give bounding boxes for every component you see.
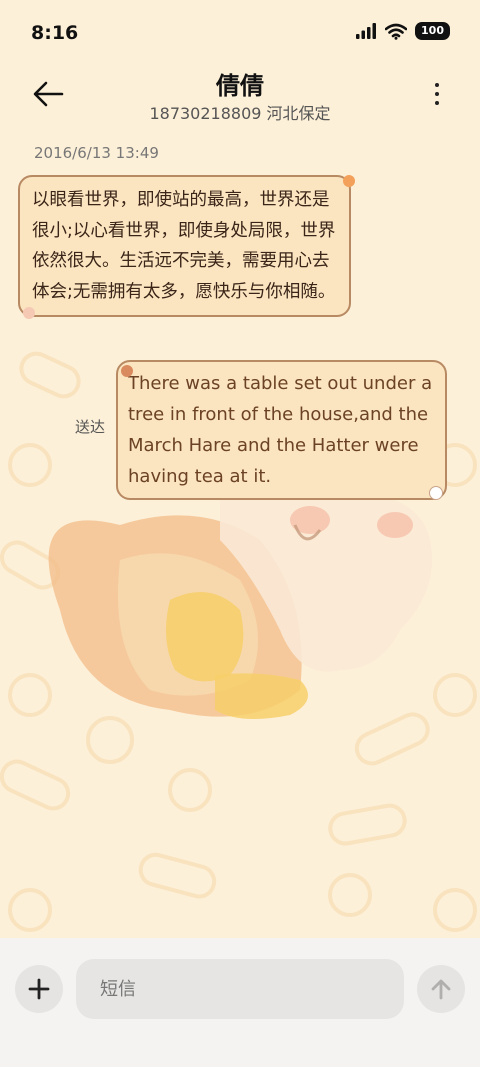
more-options-button[interactable] bbox=[430, 80, 444, 110]
send-button[interactable] bbox=[417, 965, 465, 1013]
status-bar: 8:16 100 bbox=[0, 0, 480, 68]
conversation-header: 倩倩 18730218809 河北保定 bbox=[0, 60, 480, 130]
contact-name: 倩倩 bbox=[216, 72, 264, 100]
bubble-sticker-icon bbox=[121, 365, 133, 377]
delivery-status: 送达 bbox=[75, 418, 106, 436]
more-vertical-icon bbox=[430, 83, 444, 105]
message-input[interactable] bbox=[76, 959, 404, 1019]
wifi-icon bbox=[385, 23, 408, 40]
incoming-message-bubble[interactable]: 以眼看世界，即使站的最高，世界还是很小;以心看世界，即使身处局限，世界依然很大。… bbox=[18, 175, 355, 319]
signal-icon bbox=[356, 23, 377, 39]
message-composer bbox=[0, 938, 480, 1067]
status-icons: 100 bbox=[355, 22, 450, 40]
battery-icon: 100 bbox=[415, 22, 450, 40]
message-timestamp: 2016/6/13 13:49 bbox=[34, 144, 159, 162]
bubble-sticker-icon bbox=[343, 175, 355, 187]
contact-info: 18730218809 河北保定 bbox=[149, 104, 331, 123]
status-time: 8:16 bbox=[31, 22, 79, 44]
bubble-sticker-icon bbox=[23, 307, 35, 319]
add-attachment-button[interactable] bbox=[15, 965, 63, 1013]
plus-icon bbox=[28, 978, 50, 1000]
outgoing-message-bubble[interactable]: There was a table set out under a tree i… bbox=[116, 360, 447, 500]
incoming-message-text: 以眼看世界，即使站的最高，世界还是很小;以心看世界，即使身处局限，世界依然很大。… bbox=[32, 190, 336, 302]
outgoing-message-text: There was a table set out under a tree i… bbox=[128, 373, 433, 487]
send-arrow-icon bbox=[431, 979, 451, 1000]
bubble-sticker-icon bbox=[429, 486, 443, 500]
